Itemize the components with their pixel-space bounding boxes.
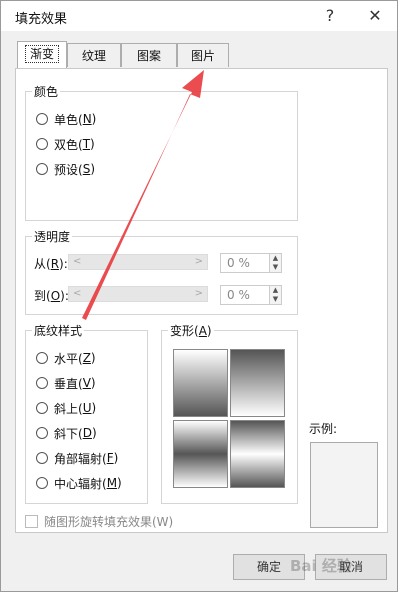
watermark: Bai 经验 [290,557,352,575]
tab-gradient[interactable]: 渐变 [17,41,67,68]
arrow-shape [82,70,204,320]
red-annotation-arrow [82,70,204,320]
